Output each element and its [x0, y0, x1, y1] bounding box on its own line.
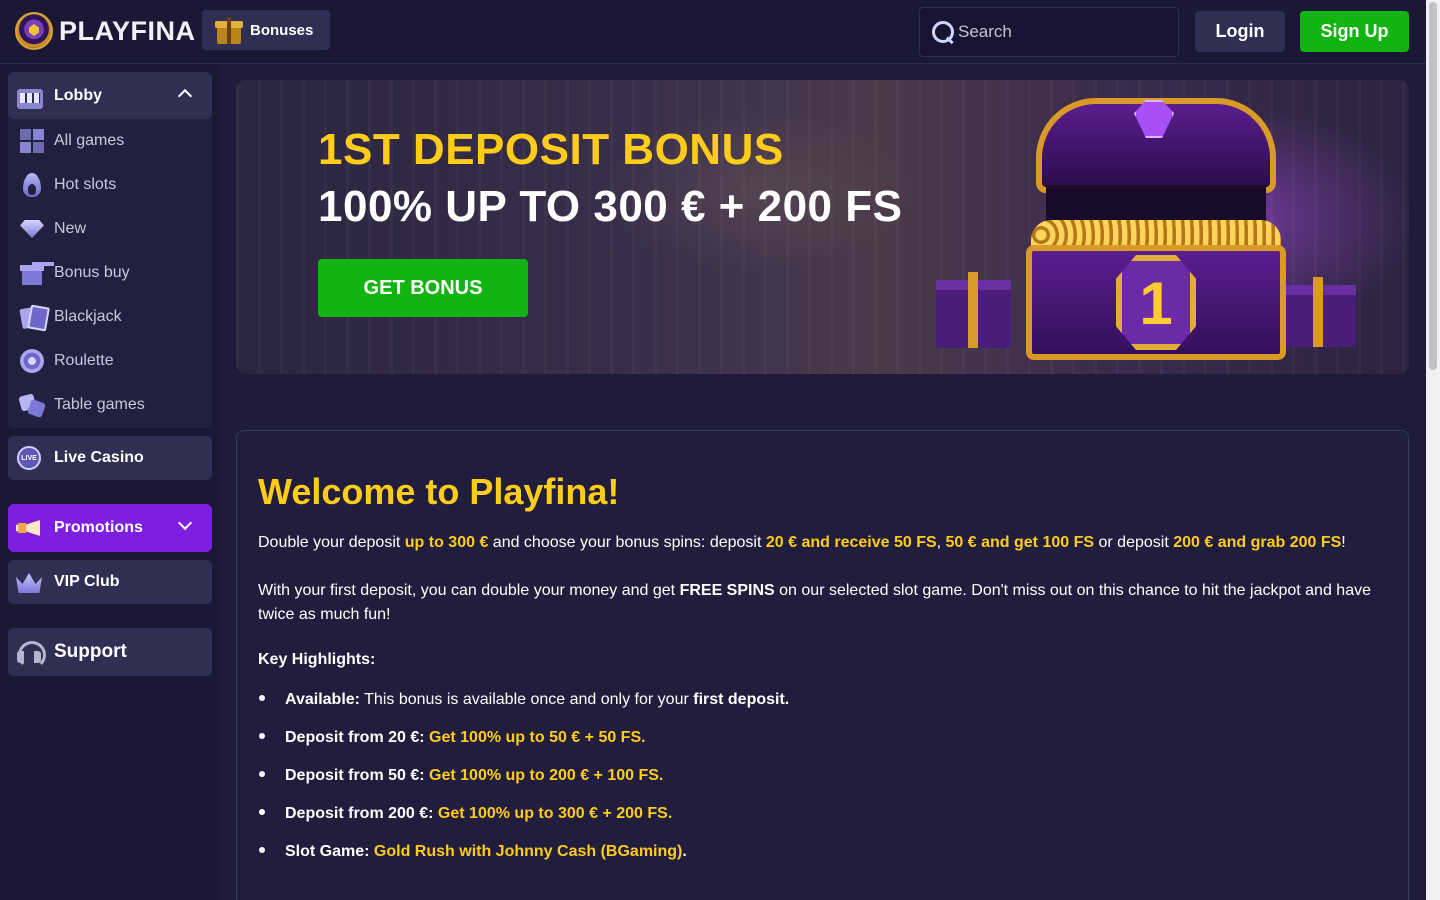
slot-machine-icon: [16, 83, 43, 109]
sidebar-item-label: Table games: [54, 396, 145, 413]
sidebar-item-label: Blackjack: [54, 308, 122, 325]
headset-icon: [16, 639, 46, 669]
sidebar-item-hot-slots[interactable]: Hot slots: [8, 163, 212, 207]
free-spins-paragraph: With your first deposit, you can double …: [258, 579, 1388, 627]
banner-subtitle: 100% UP TO 300 € + 200 FS: [318, 182, 903, 231]
promotions-label: Promotions: [54, 519, 143, 536]
bullet-label: Deposit from 200 €:: [285, 805, 434, 822]
bullet-label: Slot Game:: [285, 843, 370, 860]
signup-button[interactable]: Sign Up: [1300, 11, 1409, 52]
chevron-down-icon: [177, 515, 193, 531]
bullet-highlight: Get 100% up to 200 € + 100 FS.: [424, 767, 664, 784]
intro-highlight: 200 € and grab 200 FS: [1173, 534, 1342, 551]
deposit-bonus-banner: 1ST DEPOSIT BONUS 100% UP TO 300 € + 200…: [236, 80, 1409, 374]
sidebar-item-label: New: [54, 220, 87, 237]
intro-highlight: 20 € and receive 50 FS: [765, 534, 937, 551]
bullet-highlight: Get 100% up to 50 € + 50 FS.: [424, 729, 646, 746]
bonuses-label: Bonuses: [250, 21, 314, 39]
welcome-heading: Welcome to Playfina!: [258, 471, 620, 512]
treasure-chest-illustration: 1: [936, 90, 1366, 370]
sidebar-item-bonus-buy[interactable]: Bonus buy: [8, 251, 212, 295]
support-label: Support: [54, 641, 127, 662]
list-item: Deposit from 50 €: Get 100% up to 200 € …: [258, 765, 1388, 803]
bonuses-button[interactable]: Bonuses: [202, 10, 330, 50]
intro-paragraph: Double your deposit up to 300 € and choo…: [258, 531, 1388, 555]
sidebar-item-table-games[interactable]: Table games: [8, 383, 212, 427]
sidebar-item-all-games[interactable]: All games: [8, 119, 212, 163]
bullet-highlight: Get 100% up to 300 € + 200 FS.: [433, 805, 673, 822]
sidebar-item-label: All games: [54, 132, 125, 149]
search-box[interactable]: [919, 7, 1179, 57]
live-casino-label: Live Casino: [54, 449, 144, 466]
intro-text: Double your deposit: [258, 534, 405, 551]
paragraph-text: With your first deposit, you can double …: [258, 582, 680, 599]
live-icon: [16, 445, 42, 471]
paragraph-bold: FREE SPINS: [679, 582, 775, 599]
bullet-tail: .: [682, 843, 687, 860]
bullet-label: Available:: [285, 691, 360, 708]
page-scrollbar[interactable]: [1426, 0, 1440, 900]
lobby-toggle[interactable]: Lobby: [8, 72, 212, 119]
grid-icon: [19, 128, 45, 154]
megaphone-icon: [16, 515, 42, 541]
list-item: Deposit from 20 €: Get 100% up to 50 € +…: [258, 727, 1388, 765]
sidebar-item-blackjack[interactable]: Blackjack: [8, 295, 212, 339]
intro-text: or deposit: [1094, 534, 1174, 551]
welcome-card: Welcome to Playfina! Double your deposit…: [236, 430, 1409, 900]
highlights-list: Available: This bonus is available once …: [258, 689, 1388, 879]
intro-highlight: up to 300 €: [404, 534, 489, 551]
logo-emblem-icon: [15, 12, 53, 50]
top-header: PLAYFINA Bonuses Login Sign Up: [0, 0, 1426, 64]
intro-text: ,: [936, 534, 946, 551]
sidebar-item-support[interactable]: Support: [8, 628, 212, 676]
sidebar-item-roulette[interactable]: Roulette: [8, 339, 212, 383]
bullet-label: Deposit from 20 €:: [285, 729, 425, 746]
sidebar-item-label: Hot slots: [54, 176, 117, 193]
bullet-label: Deposit from 50 €:: [285, 767, 425, 784]
login-button[interactable]: Login: [1195, 11, 1285, 52]
key-highlights-title: Key Highlights:: [258, 651, 376, 668]
dice-icon: [19, 392, 45, 418]
chevron-up-icon: [177, 88, 193, 104]
gift-icon: [19, 260, 45, 286]
get-bonus-button[interactable]: GET BONUS: [318, 259, 528, 317]
logo-text: PLAYFINA: [59, 15, 196, 46]
flame-icon: [19, 172, 45, 198]
crown-icon: [16, 569, 42, 595]
sidebar-item-live-casino[interactable]: Live Casino: [8, 436, 212, 480]
list-item: Available: This bonus is available once …: [258, 689, 1388, 727]
roulette-icon: [19, 348, 45, 374]
sidebar-item-label: Bonus buy: [54, 264, 130, 281]
vip-club-label: VIP Club: [54, 573, 120, 590]
sidebar-item-vip-club[interactable]: VIP Club: [8, 560, 212, 604]
bullet-text: This bonus is available once and only fo…: [360, 691, 694, 708]
treasure-chest-icon: [214, 15, 244, 45]
diamond-icon: [19, 216, 45, 242]
bullet-bold: first deposit.: [693, 691, 790, 708]
sidebar-item-promotions[interactable]: Promotions: [8, 504, 212, 552]
sidebar-item-label: Roulette: [54, 352, 114, 369]
intro-text: !: [1341, 534, 1346, 551]
search-icon: [930, 19, 956, 45]
list-item: Deposit from 200 €: Get 100% up to 300 €…: [258, 803, 1388, 841]
list-item: Slot Game: Gold Rush with Johnny Cash (B…: [258, 841, 1388, 879]
cards-icon: [19, 304, 45, 330]
intro-text: and choose your bonus spins: deposit: [488, 534, 766, 551]
lobby-group: Lobby All games Hot slots New Bonus buy …: [8, 72, 212, 428]
sidebar: Lobby All games Hot slots New Bonus buy …: [0, 64, 220, 900]
chest-number: 1: [1139, 269, 1173, 337]
banner-title: 1ST DEPOSIT BONUS: [318, 125, 784, 174]
search-input[interactable]: [958, 22, 1168, 42]
playfina-logo[interactable]: PLAYFINA: [15, 12, 196, 50]
intro-highlight: 50 € and get 100 FS: [945, 534, 1095, 551]
lobby-label: Lobby: [54, 86, 102, 104]
scrollbar-thumb[interactable]: [1429, 2, 1437, 370]
sidebar-item-new[interactable]: New: [8, 207, 212, 251]
slot-game-link[interactable]: Gold Rush with Johnny Cash (BGaming): [369, 843, 682, 860]
